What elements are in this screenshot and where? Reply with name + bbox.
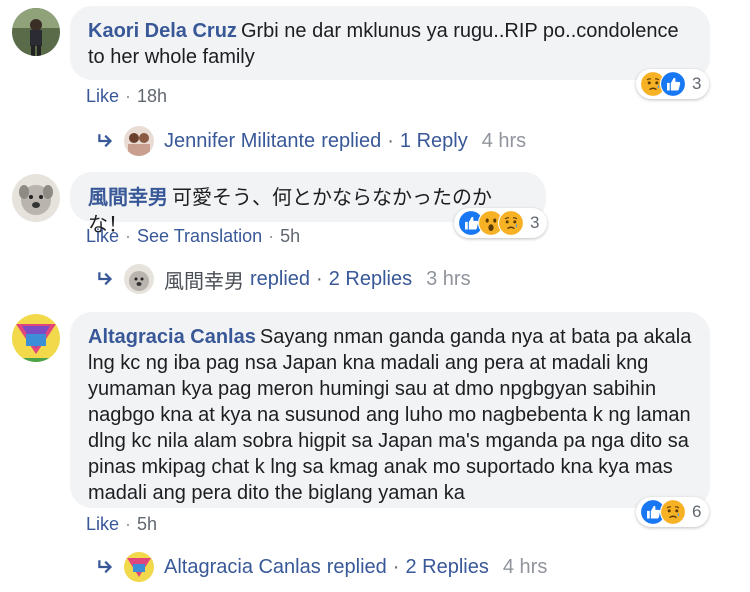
like-icon [660, 71, 686, 97]
reply-arrow-icon [96, 558, 114, 576]
comment-bubble: Altagracia Canlas Sayang nman ganda ganda… [70, 312, 710, 508]
like-button[interactable]: Like [86, 514, 119, 535]
reactions-summary[interactable]: 3 [636, 69, 710, 99]
reply-count[interactable]: 2 Replies [329, 268, 412, 291]
separator: · [125, 514, 132, 534]
comment-timestamp[interactable]: 18h [137, 86, 167, 107]
replies-link[interactable]: Jennifer Militante replied · 1 Reply 4 h… [96, 126, 526, 156]
comment-text: Sayang nman ganda ganda nya at bata pa a… [88, 326, 692, 504]
reaction-count: 3 [692, 74, 702, 93]
separator: · [387, 129, 394, 152]
separator: · [316, 267, 323, 290]
separator: · [125, 86, 132, 106]
reply-avatar [124, 552, 154, 582]
like-button[interactable]: Like [86, 86, 119, 107]
reply-count[interactable]: 1 Reply [400, 130, 468, 153]
reply-avatar [124, 264, 154, 294]
replied-label: replied [321, 129, 382, 152]
replies-link[interactable]: 風間幸男 replied · 2 Replies 3 hrs [96, 264, 471, 294]
replies-link[interactable]: Altagracia Canlas replied · 2 Replies 4 … [96, 552, 547, 582]
replied-label: replied [250, 267, 311, 290]
separator: · [125, 226, 132, 246]
reply-count[interactable]: 2 Replies [405, 556, 488, 579]
reply-arrow-icon [96, 270, 114, 288]
sad-icon [660, 499, 686, 525]
replied-label: replied [326, 555, 387, 578]
avatar[interactable] [12, 174, 60, 222]
reply-timestamp: 4 hrs [481, 129, 527, 152]
comment-timestamp[interactable]: 5h [280, 226, 300, 247]
see-translation-link[interactable]: See Translation [137, 226, 262, 247]
comment-timestamp[interactable]: 5h [137, 514, 157, 535]
reply-avatar [124, 126, 154, 156]
comment-actions: Like · 5h [86, 514, 157, 535]
comment-actions: Like · 18h [86, 86, 167, 107]
reaction-count: 3 [530, 213, 540, 232]
reaction-count: 6 [692, 502, 702, 521]
reply-timestamp: 4 hrs [502, 555, 548, 578]
like-button[interactable]: Like [86, 226, 119, 247]
reply-author[interactable]: Jennifer Militante [164, 130, 315, 153]
comment-actions: Like · See Translation · 5h [86, 226, 300, 247]
separator: · [392, 555, 400, 578]
comment-author[interactable]: Kaori Dela Cruz [88, 20, 237, 42]
avatar[interactable] [12, 8, 60, 56]
comment-bubble: Kaori Dela Cruz Grbi ne dar mklunus ya ru… [70, 6, 710, 80]
reply-timestamp: 3 hrs [426, 267, 471, 290]
comment-author[interactable]: 風間幸男 [88, 185, 168, 209]
sad-icon [498, 210, 524, 236]
reply-arrow-icon [96, 132, 114, 150]
reply-author[interactable]: Altagracia Canlas [164, 556, 321, 579]
separator: · [268, 226, 275, 246]
reactions-summary[interactable]: 3 [454, 208, 548, 238]
avatar[interactable] [12, 314, 60, 362]
reactions-summary[interactable]: 6 [636, 497, 710, 527]
comment-author[interactable]: Altagracia Canlas [88, 326, 256, 348]
reply-author[interactable]: 風間幸男 [164, 265, 244, 294]
